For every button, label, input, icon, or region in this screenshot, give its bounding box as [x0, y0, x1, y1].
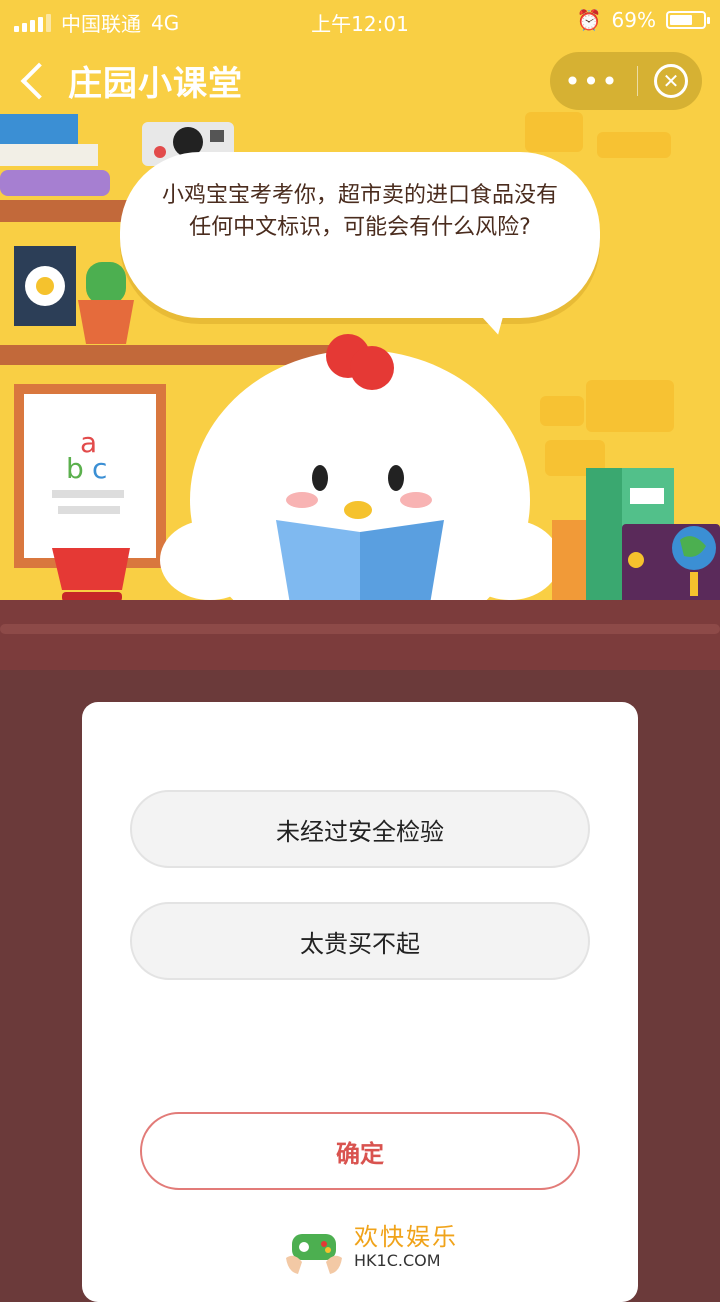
brand-watermark: 欢快娱乐 HK1C.COM [284, 1222, 458, 1276]
more-button[interactable]: ••• [564, 65, 620, 98]
gamepad-hand-icon [286, 1234, 342, 1274]
back-button[interactable]: 庄园小课堂 [20, 56, 243, 105]
chevron-left-icon [20, 62, 58, 99]
battery-fill [670, 15, 693, 25]
battery-icon [666, 11, 710, 29]
alarm-icon: ⏰ [576, 8, 602, 32]
battery-percent: 69% [611, 8, 656, 32]
mini-program-capsule: ••• ✕ [550, 52, 702, 110]
nav-bar: 庄园小课堂 ••• ✕ [0, 44, 720, 120]
answer-option-2[interactable]: 太贵买不起 [130, 902, 590, 980]
brand-name: 欢快娱乐 [354, 1223, 458, 1251]
capsule-divider [636, 66, 638, 96]
status-bar: 中国联通 4G 上午12:01 ⏰ 69% [0, 0, 720, 40]
close-circle-icon[interactable]: ✕ [654, 64, 688, 98]
svg-text:c: c [92, 452, 107, 485]
confirm-button[interactable]: 确定 [140, 1112, 580, 1190]
answer-option-1[interactable]: 未经过安全检验 [130, 790, 590, 868]
question-text: 小鸡宝宝考考你，超市卖的进口食品没有任何中文标识，可能会有什么风险? [161, 183, 558, 240]
brand-url: HK1C.COM [354, 1251, 441, 1270]
desk-edge [0, 600, 720, 670]
scene-illustration: a b c 中国联通 4G 上午12:01 ⏰ 69% 庄园小课堂 ••• ✕ … [0, 0, 720, 610]
page-title: 庄园小课堂 [68, 64, 243, 104]
svg-text:b: b [66, 452, 84, 485]
